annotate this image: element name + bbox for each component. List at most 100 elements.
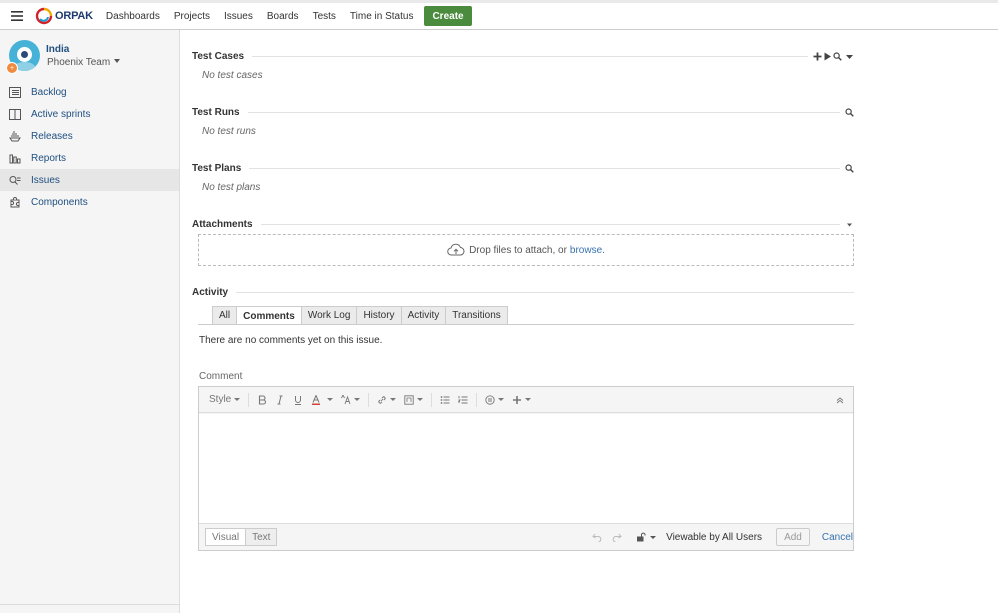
add-comment-button[interactable]: Add [776,528,810,546]
nav-projects[interactable]: Projects [167,3,217,29]
chevron-down-icon [114,59,121,63]
no-comments-message: There are no comments yet on this issue. [199,335,383,346]
search-icon[interactable] [845,163,854,173]
collapse-toolbar-button[interactable] [831,390,853,410]
sidebar-item-components[interactable]: Components [0,191,179,213]
chevron-down-icon [354,398,361,401]
project-name[interactable]: India [46,44,69,55]
visual-mode-tab[interactable]: Visual [205,528,247,546]
numbered-list-button[interactable] [454,390,472,410]
search-icon[interactable] [833,51,842,61]
redo-icon[interactable] [611,532,622,542]
comment-textarea[interactable] [199,414,853,524]
browse-link[interactable]: browse. [570,245,605,256]
chevron-down-icon [234,398,241,401]
tab-all[interactable]: All [212,306,238,324]
backlog-icon [9,86,21,98]
link-button[interactable] [373,390,400,410]
ship-icon [9,131,21,141]
style-dropdown[interactable]: Style [205,390,244,410]
chevron-down-icon [498,398,505,401]
sidebar-item-label: Backlog [31,86,67,98]
section-title: Activity [192,286,237,298]
tab-history[interactable]: History [356,306,402,324]
bullet-list-button[interactable] [436,390,454,410]
editor-footer: Visual Text Viewable by All Users Add Ca… [199,524,853,550]
bold-button[interactable] [253,390,271,410]
top-navigation-bar: ORPAK Dashboards Projects Issues Boards … [0,0,998,30]
tab-activity[interactable]: Activity [400,306,447,324]
image-icon [404,394,414,405]
sidebar-footer [0,604,180,613]
link-icon [378,395,386,404]
sidebar-item-active-sprints[interactable]: Active sprints [0,103,179,125]
orpak-logo[interactable]: ORPAK [34,3,93,29]
test-plans-empty: No test plans [202,182,261,193]
sidebar-item-reports[interactable]: Reports [0,147,179,169]
numbered-list-icon [458,395,468,403]
tab-comments[interactable]: Comments [236,306,302,325]
attachments-header: Attachments [192,217,854,231]
menu-icon[interactable] [0,3,34,29]
nav-tests[interactable]: Tests [306,3,343,29]
section-title: Attachments [192,218,261,230]
search-icon[interactable] [845,107,854,117]
emoticon-button[interactable] [481,390,508,410]
sidebar-item-backlog[interactable]: Backlog [0,81,179,103]
insert-more-button[interactable] [508,390,535,410]
bullet-list-icon [440,395,450,404]
bold-icon [259,394,267,405]
text-mode-tab[interactable]: Text [245,528,278,546]
more-formatting-button[interactable] [337,390,364,410]
create-button[interactable]: Create [424,6,472,26]
sidebar-item-issues[interactable]: Issues [0,169,179,191]
editor-toolbar: Style [199,387,853,413]
font-size-icon [341,394,351,404]
chevron-up-icon [836,396,844,403]
logo-mark-icon [35,7,53,25]
chevron-down-icon [390,398,397,401]
nav-dashboards[interactable]: Dashboards [99,3,167,29]
visibility-dropdown[interactable] [636,532,657,542]
emoticon-icon [485,394,495,405]
puzzle-icon [10,196,20,207]
nav-time-in-status[interactable]: Time in Status [343,3,421,29]
sidebar-item-label: Issues [31,174,60,186]
tab-work-log[interactable]: Work Log [300,306,358,324]
attachment-button[interactable] [400,390,427,410]
nav-issues[interactable]: Issues [217,3,260,29]
board-icon [9,108,21,120]
logo-text: ORPAK [55,10,93,22]
nav-boards[interactable]: Boards [260,3,306,29]
text-color-button[interactable] [307,390,337,410]
undo-icon[interactable] [592,532,603,542]
play-icon[interactable] [823,52,832,61]
tab-transitions[interactable]: Transitions [445,306,508,324]
underline-button[interactable] [289,390,307,410]
italic-icon [277,395,283,404]
comment-label: Comment [199,371,243,382]
chevron-down-icon [417,398,424,401]
visibility-label: Viewable by All Users [666,531,763,543]
test-plans-header: Test Plans [192,161,854,175]
activity-header: Activity [192,285,854,299]
activity-tabs: All Comments Work Log History Activity T… [212,306,508,325]
add-icon[interactable] [813,52,822,61]
attachment-dropzone[interactable]: Drop files to attach, or browse. [198,234,854,266]
add-icon [513,395,522,404]
team-selector[interactable]: Phoenix Team [47,57,121,68]
text-color-icon [312,394,321,405]
section-title: Test Cases [192,50,253,62]
sidebar-item-label: Components [31,196,88,208]
issues-icon [9,175,21,185]
sidebar-item-releases[interactable]: Releases [0,125,179,147]
chevron-down-icon[interactable] [845,220,854,229]
test-runs-header: Test Runs [192,105,854,119]
cancel-link[interactable]: Cancel [822,532,853,543]
sidebar: + India Phoenix Team Backlog Active spri… [0,30,180,613]
test-cases-empty: No test cases [202,70,263,81]
test-cases-header: Test Cases [192,49,854,63]
chevron-down-icon[interactable] [845,52,854,61]
italic-button[interactable] [271,390,289,410]
chevron-down-icon [650,535,657,539]
